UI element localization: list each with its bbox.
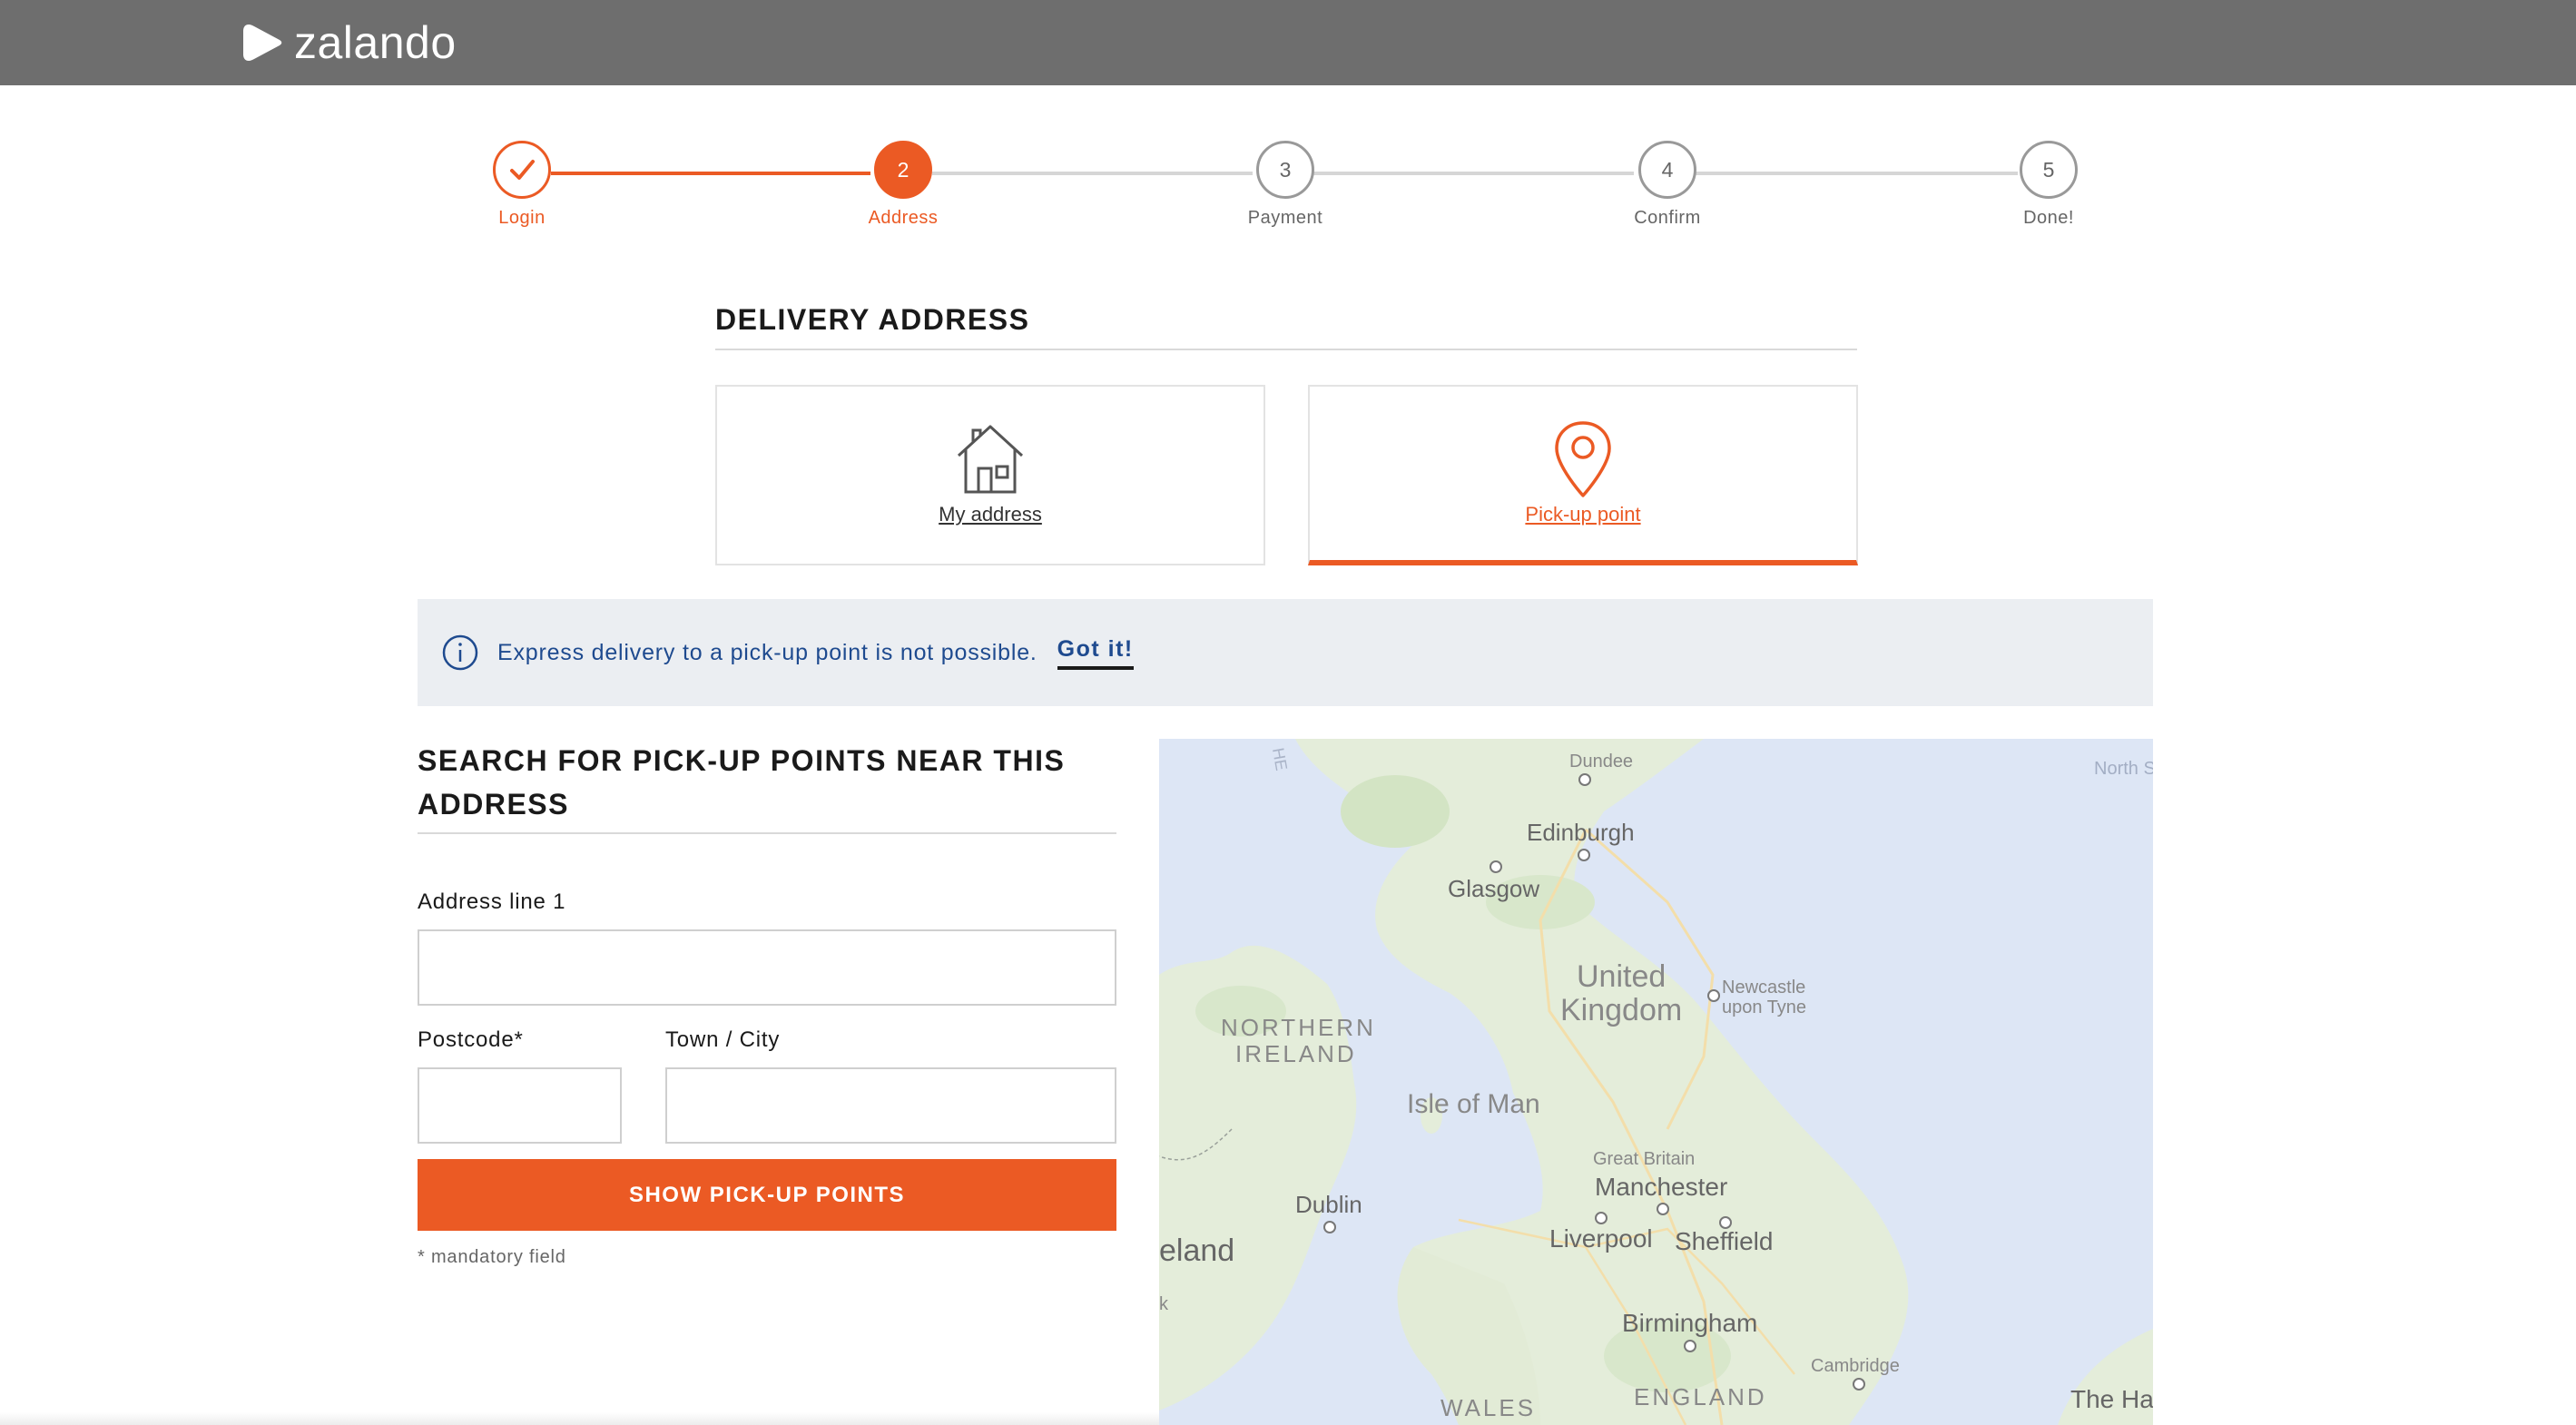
map-label-united: United xyxy=(1577,959,1667,994)
mandatory-note: * mandatory field xyxy=(418,1247,566,1267)
step-done: 5 Done! xyxy=(1958,141,2139,229)
step-address: 2 Address xyxy=(812,141,994,229)
map-label-cambridge: Cambridge xyxy=(1811,1356,1900,1376)
map-label-birmingham: Birmingham xyxy=(1622,1309,1758,1337)
map-label-dundee: Dundee xyxy=(1569,752,1634,771)
step-circle: 5 xyxy=(2020,141,2078,199)
zalando-play-icon xyxy=(243,25,282,61)
map-label-newcastle: Newcastle xyxy=(1722,978,1806,998)
town-city-input[interactable] xyxy=(665,1067,1116,1144)
step-label: Payment xyxy=(1247,208,1323,228)
step-circle: 3 xyxy=(1256,141,1314,199)
map-label-the-hague: The Ha xyxy=(2070,1385,2153,1413)
step-label: Confirm xyxy=(1634,208,1701,228)
info-message: Express delivery to a pick-up point is n… xyxy=(497,639,1037,665)
map-label-dublin: Dublin xyxy=(1295,1191,1362,1218)
info-icon xyxy=(442,634,478,671)
step-label: Address xyxy=(868,208,939,228)
step-login[interactable]: Login xyxy=(431,141,613,229)
map-label-k: k xyxy=(1159,1294,1168,1314)
map-label-wales: WALES xyxy=(1440,1394,1537,1421)
pickup-point-label: Pick-up point xyxy=(1525,503,1641,526)
map-label-manchester: Manchester xyxy=(1595,1173,1728,1201)
address-line-input[interactable] xyxy=(418,929,1116,1006)
map-label-great-britain: Great Britain xyxy=(1593,1149,1696,1169)
step-payment: 3 Payment xyxy=(1195,141,1376,229)
address-line-label: Address line 1 xyxy=(418,889,566,914)
step-label: Login xyxy=(498,208,546,228)
city-marker xyxy=(1707,989,1720,1002)
location-pin-icon xyxy=(1555,421,1611,497)
pickup-map[interactable]: Dundee North S HE Edinburgh Glasgow Unit… xyxy=(1159,739,2153,1425)
city-marker xyxy=(1684,1340,1696,1352)
map-label-ireland: eland xyxy=(1159,1233,1235,1268)
town-city-label: Town / City xyxy=(665,1027,781,1052)
postcode-input[interactable] xyxy=(418,1067,622,1144)
map-label-glasgow: Glasgow xyxy=(1448,875,1540,902)
search-title: SEARCH FOR PICK-UP POINTS NEAR THIS ADDR… xyxy=(418,744,1066,821)
city-marker xyxy=(1578,773,1591,786)
step-circle xyxy=(493,141,551,199)
map-label-edinburgh: Edinburgh xyxy=(1527,819,1635,846)
checkout-stepper: Login 2 Address 3 Payment 4 Confirm 5 Do… xyxy=(0,141,2576,241)
postcode-label: Postcode* xyxy=(418,1027,524,1052)
map-label-northern: NORTHERN xyxy=(1221,1014,1376,1041)
zalando-logo[interactable]: zalando xyxy=(240,16,457,69)
city-marker xyxy=(1595,1212,1608,1224)
divider xyxy=(418,832,1116,834)
checkmark-icon xyxy=(510,160,535,180)
show-pickup-points-button[interactable]: SHOW PICK-UP POINTS xyxy=(418,1159,1116,1231)
map-label-sheffield: Sheffield xyxy=(1675,1227,1774,1255)
map-label-england: ENGLAND xyxy=(1634,1383,1767,1410)
city-marker xyxy=(1853,1378,1865,1391)
map-label-ireland-ni: IRELAND xyxy=(1235,1040,1357,1067)
top-bar: zalando xyxy=(0,0,2576,85)
step-circle: 2 xyxy=(874,141,932,199)
my-address-option[interactable]: My address xyxy=(715,385,1265,565)
pickup-point-option[interactable]: Pick-up point xyxy=(1308,385,1858,565)
divider xyxy=(715,349,1857,350)
city-marker xyxy=(1578,849,1590,861)
city-marker xyxy=(1657,1203,1669,1215)
map-label-newcastle-2: upon Tyne xyxy=(1722,998,1807,1017)
step-confirm: 4 Confirm xyxy=(1577,141,1758,229)
house-icon xyxy=(957,425,1024,494)
brand-name: zalando xyxy=(294,17,457,68)
step-label: Done! xyxy=(2023,208,2074,228)
city-marker xyxy=(1323,1221,1336,1233)
info-banner: Express delivery to a pick-up point is n… xyxy=(418,599,2153,706)
map-label-liverpool: Liverpool xyxy=(1549,1224,1653,1253)
my-address-label: My address xyxy=(939,503,1042,526)
map-label-north-sea: North S xyxy=(2094,759,2153,779)
map-label-hebrides: HE xyxy=(1268,746,1292,772)
delivery-address-title: DELIVERY ADDRESS xyxy=(715,303,1030,336)
city-marker xyxy=(1490,860,1502,873)
map-label-isle-of-man: Isle of Man xyxy=(1407,1089,1540,1119)
map-label-kingdom: Kingdom xyxy=(1560,993,1683,1027)
page-bottom-shadow xyxy=(0,1412,1159,1425)
step-circle: 4 xyxy=(1638,141,1696,199)
got-it-link[interactable]: Got it! xyxy=(1057,636,1134,670)
